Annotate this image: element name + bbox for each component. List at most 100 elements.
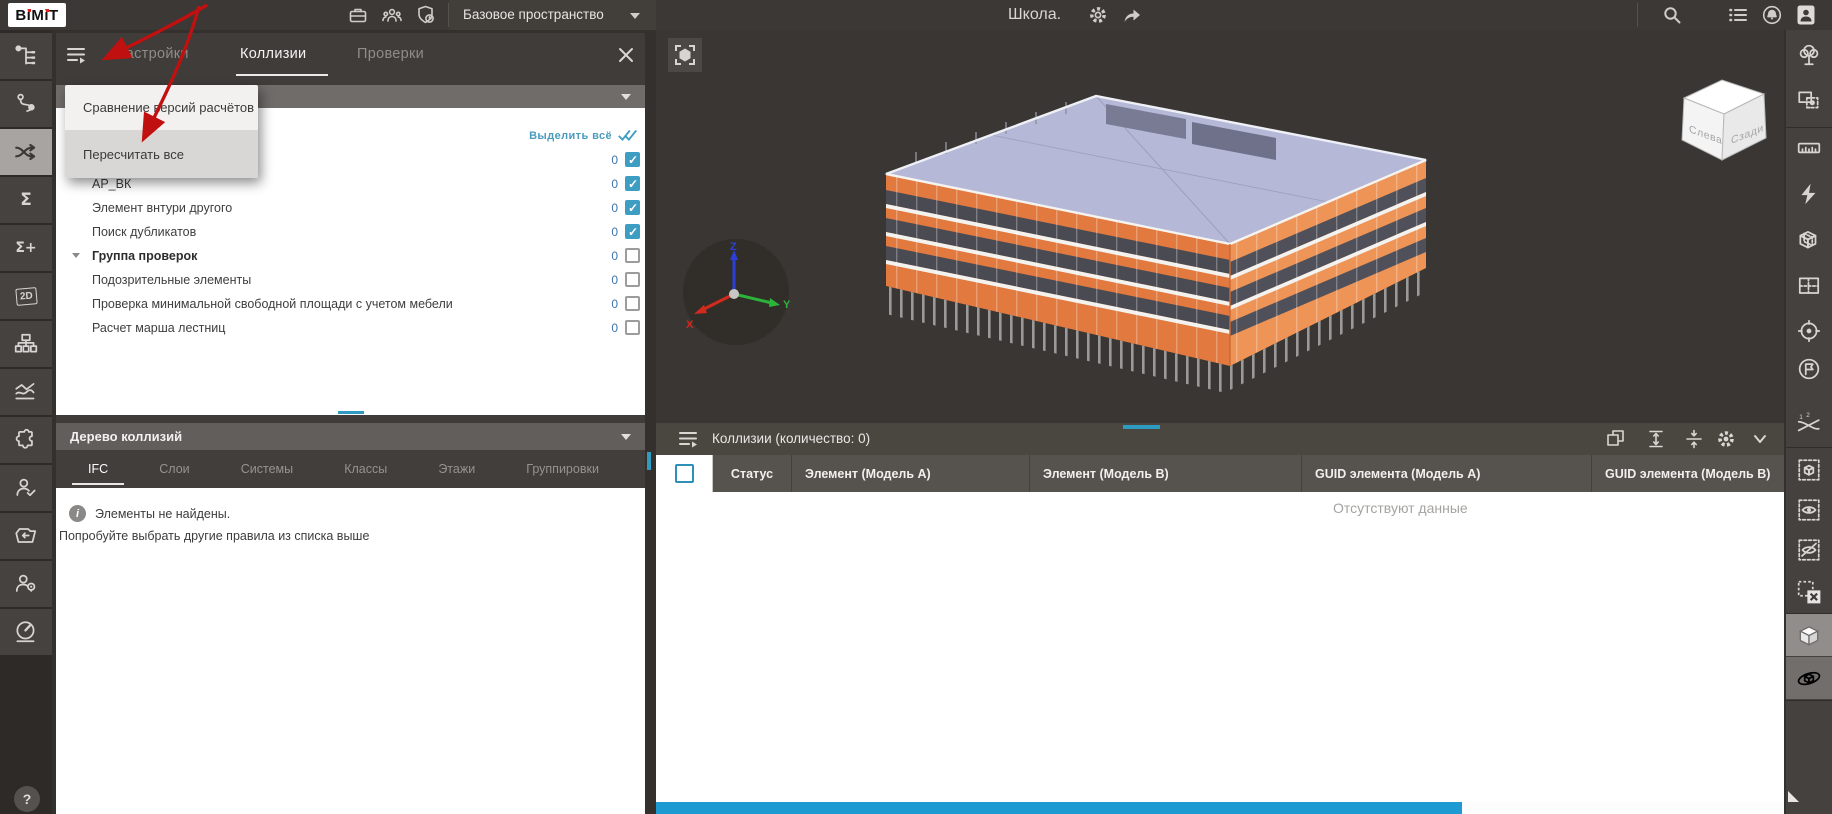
clash-detection-button[interactable] (0, 129, 52, 175)
rule-checkbox[interactable] (625, 248, 640, 263)
floorplan-icon (1796, 273, 1822, 299)
bimit-logo[interactable]: BiMiT (8, 3, 66, 27)
tab-checks[interactable]: Проверки (357, 46, 424, 62)
notifications-bell-icon[interactable] (1760, 4, 1784, 26)
shared-folder-button[interactable] (0, 513, 52, 559)
rule-checkbox[interactable] (625, 272, 640, 287)
column-guid-b[interactable]: GUID элемента (Модель B) (1592, 455, 1784, 492)
selection-sets-button[interactable] (1796, 87, 1822, 113)
tree-tab-layers[interactable]: Слои (159, 462, 189, 476)
floorplan-button[interactable] (1796, 273, 1822, 299)
clear-selection-button[interactable] (1796, 579, 1822, 605)
rule-checkbox[interactable] (625, 176, 640, 191)
tab-settings[interactable]: Настройки (115, 46, 189, 62)
panel-resize-handle[interactable] (338, 411, 364, 414)
collapse-rows-button[interactable] (1682, 428, 1706, 450)
section-box-button[interactable] (1796, 227, 1822, 253)
tree-tab-classes[interactable]: Классы (344, 462, 387, 476)
model-viewport[interactable]: Z X Y Слева Сзади Коллизии (количество: … (656, 30, 1784, 814)
copy-rows-button[interactable] (1604, 428, 1628, 450)
locate-target-button[interactable] (1796, 318, 1822, 344)
workspace-selector[interactable]: Базовое пространство (449, 0, 656, 30)
orbit-mode-button[interactable] (1786, 657, 1832, 699)
table-menu-button[interactable] (676, 428, 702, 450)
compare-views-button[interactable]: 12 (1796, 412, 1822, 438)
rule-checkbox[interactable] (625, 152, 640, 167)
tree-tab-groupings[interactable]: Группировки (526, 462, 599, 476)
show-selection-button[interactable] (1796, 497, 1822, 523)
search-icon[interactable] (1660, 4, 1684, 26)
row-height-icon (1644, 428, 1668, 450)
list-menu-icon[interactable] (1726, 4, 1750, 26)
axis-gizmo[interactable]: Z X Y (680, 236, 792, 348)
building-model[interactable] (856, 64, 1456, 404)
flag-marker-button[interactable] (1796, 356, 1822, 382)
panel-scrollbar[interactable] (647, 452, 651, 470)
rule-checkbox[interactable] (625, 200, 640, 215)
rule-row[interactable]: Расчет марша лестниц 0 (56, 316, 645, 340)
header-checkbox[interactable] (675, 464, 694, 483)
column-element-b[interactable]: Элемент (Модель B) (1030, 455, 1302, 492)
table-resize-handle[interactable] (1123, 425, 1160, 429)
cube-view-button[interactable] (1786, 614, 1832, 656)
collapse-chevron-icon[interactable] (72, 253, 80, 258)
menu-item-compare-versions[interactable]: Сравнение версий расчётов (65, 85, 258, 130)
relations-button[interactable] (0, 81, 52, 127)
close-panel-button[interactable] (614, 43, 638, 67)
tree-tab-floors[interactable]: Этажи (438, 462, 475, 476)
model-tree-button[interactable] (0, 33, 52, 79)
row-height-button[interactable] (1644, 428, 1668, 450)
help-button[interactable]: ? (14, 786, 40, 812)
team-icon[interactable] (380, 4, 404, 26)
landscape-button[interactable] (1796, 42, 1822, 68)
account-avatar[interactable] (1794, 4, 1818, 26)
close-icon (614, 43, 638, 67)
logo-red-dot (28, 9, 31, 12)
user-location-button[interactable] (0, 561, 52, 607)
column-guid-a[interactable]: GUID элемента (Модель A) (1302, 455, 1592, 492)
rule-row[interactable]: Поиск дубликатов 0 (56, 220, 645, 244)
rule-checkbox[interactable] (625, 320, 640, 335)
menu-item-recalculate-all[interactable]: Пересчитать все (65, 130, 258, 178)
dashboard-button[interactable] (0, 609, 52, 655)
fit-to-view-button[interactable] (668, 38, 702, 72)
flash-mode-button[interactable] (1796, 181, 1822, 207)
collapse-panel-button[interactable] (1748, 428, 1772, 450)
rule-group-row[interactable]: Группа проверок 0 (56, 244, 645, 268)
plugins-button[interactable] (0, 417, 52, 463)
resize-grip[interactable] (1788, 791, 1799, 802)
sum-add-button[interactable]: Σ+ (0, 225, 52, 271)
logo-red-dot (46, 9, 49, 12)
rule-checkbox[interactable] (625, 296, 640, 311)
panel-menu-button[interactable] (64, 44, 92, 68)
tab-collisions[interactable]: Коллизии (240, 46, 306, 62)
view-cube[interactable]: Слева Сзади (1672, 68, 1776, 166)
measure-button[interactable] (1796, 135, 1822, 161)
rule-row[interactable]: Подозрительные элементы 0 (56, 268, 645, 292)
user-tasks-button[interactable] (0, 465, 52, 511)
column-element-a[interactable]: Элемент (Модель A) (792, 455, 1030, 492)
rule-checkbox[interactable] (625, 224, 640, 239)
drawings-2d-button[interactable]: 2D (0, 273, 52, 319)
select-all-link[interactable]: Выделить всё (529, 128, 639, 143)
shield-admin-icon[interactable] (414, 4, 438, 26)
sum-checks-button[interactable]: Σ (0, 177, 52, 223)
rule-row[interactable]: Проверка минимальной свободной площади с… (56, 292, 645, 316)
tree-tab-ifc[interactable]: IFC (88, 462, 108, 476)
orbit-icon (1796, 665, 1822, 691)
projects-briefcase-icon[interactable] (346, 4, 370, 26)
isolate-selection-button[interactable] (1796, 457, 1822, 483)
hide-selection-button[interactable] (1796, 537, 1822, 563)
structure-button[interactable] (0, 321, 52, 367)
topbar-separator (1637, 3, 1638, 27)
project-settings-gear-icon[interactable] (1086, 4, 1110, 26)
rule-row[interactable]: Элемент внтури другого 0 (56, 196, 645, 220)
charts-button[interactable] (0, 369, 52, 415)
column-status[interactable]: Статус (713, 455, 792, 492)
rule-count: 0 (611, 153, 618, 167)
gauge-icon (13, 619, 39, 645)
share-icon[interactable] (1120, 4, 1144, 26)
tree-tab-systems[interactable]: Системы (241, 462, 293, 476)
table-settings-button[interactable] (1714, 428, 1738, 450)
collision-tree-header[interactable]: Дерево коллизий (56, 423, 645, 450)
